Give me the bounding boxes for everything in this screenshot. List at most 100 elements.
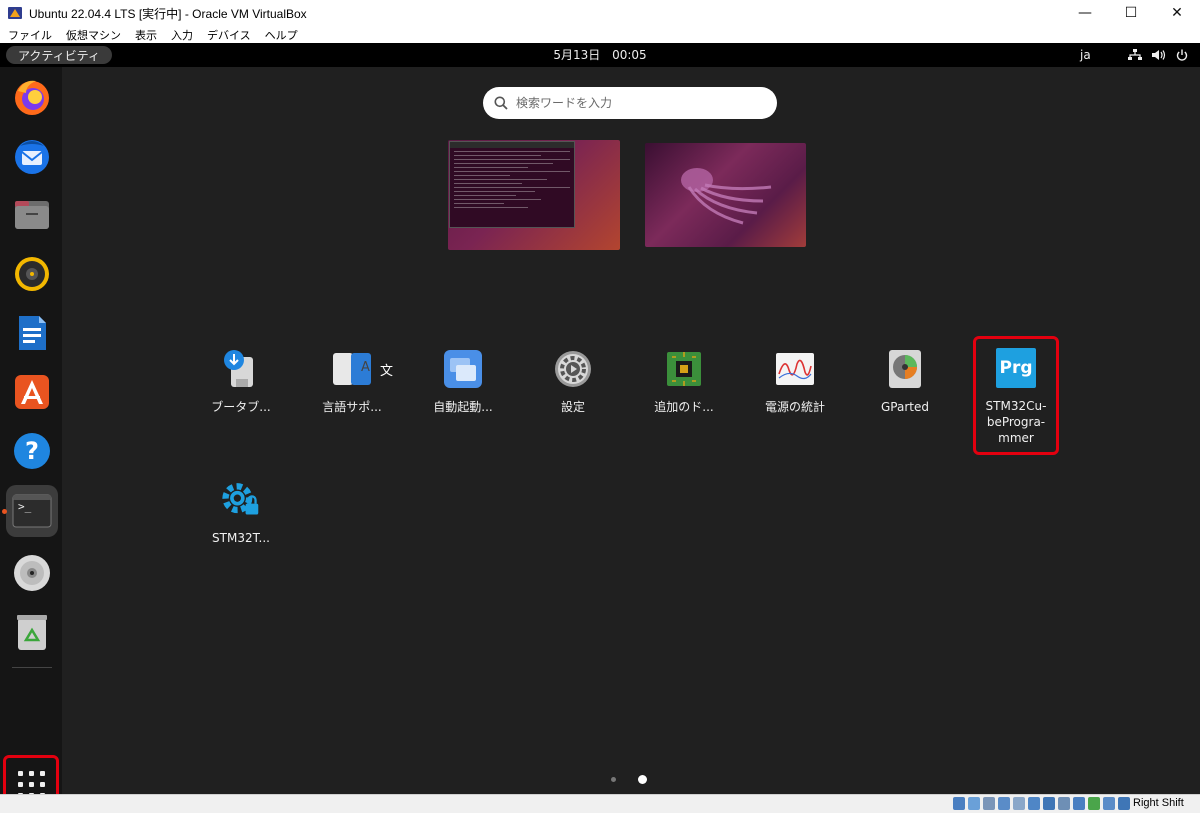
display-status-icon[interactable] [1043,797,1055,810]
dock-item-firefox[interactable] [6,71,58,123]
app-stm32cubeprogrammer[interactable]: Prg STM32Cu-beProgra-mmer [973,336,1059,455]
app-language-support[interactable]: A 文 言語サポ... [309,349,395,415]
audio-status-icon[interactable] [983,797,995,810]
jellyfish-wallpaper-image [681,168,772,225]
maximize-button[interactable]: ☐ [1108,0,1154,26]
workspace-thumbnail-1[interactable] [448,140,620,250]
dock-item-terminal[interactable]: >_ [6,485,58,537]
menu-input[interactable]: 入力 [171,27,193,43]
language-glyph-left: A [361,360,370,375]
show-apps-icon [17,770,45,794]
app-label: 設定 [560,400,585,414]
gnome-top-bar: アクティビティ 5月13日 00:05 ja [0,43,1200,67]
keyboard-capture-icon[interactable] [1118,797,1130,810]
files-icon [15,201,49,229]
system-tray[interactable] [1128,43,1188,67]
usb-status-icon[interactable] [1013,797,1025,810]
vm-status-bar: Right Shift [0,794,1200,813]
power-icon [1176,49,1188,61]
dock-item-app-center[interactable] [6,366,58,418]
workspace-thumbnail-2[interactable] [645,143,806,247]
svg-text:?: ? [25,437,39,465]
page-indicator [611,775,647,784]
cpu-status-icon[interactable] [1073,797,1085,810]
page-dot-2[interactable] [638,775,647,784]
stm32cubeprogrammer-icon: Prg [996,348,1036,388]
dock-item-trash[interactable] [6,606,58,658]
terminal-window-thumbnail[interactable] [449,141,575,228]
shared-folders-icon[interactable] [1028,797,1040,810]
network-icon [1128,49,1142,60]
search-input[interactable] [516,96,756,110]
dock-item-dvd[interactable] [6,547,58,599]
app-center-icon [15,375,49,409]
mouse-integration-icon[interactable] [1103,797,1115,810]
close-button[interactable]: ✕ [1154,0,1200,26]
app-gparted[interactable]: GParted [862,349,948,415]
dock-item-files[interactable] [6,189,58,241]
app-label: STM32Cu-beProgra-mmer [985,399,1047,445]
app-label: 言語サポ... [322,400,382,414]
search-box[interactable] [483,87,777,119]
show-apps-button[interactable] [3,755,59,794]
optical-drive-icon[interactable] [968,797,980,810]
stm32-trusted-package-icon [222,483,259,515]
prg-glyph: Prg [999,358,1033,378]
hdd-status-icon[interactable] [953,797,965,810]
minimize-button[interactable]: — [1062,0,1108,26]
host-key-label: Right Shift [1133,797,1184,809]
startup-apps-icon [444,350,482,388]
power-statistics-icon [776,353,814,385]
thunderbird-icon [15,140,49,174]
dock-item-writer[interactable] [6,307,58,359]
dock-item-rhythmbox[interactable] [6,248,58,300]
menu-help[interactable]: ヘルプ [265,27,298,43]
app-label: 電源の統計 [764,400,825,414]
app-label: ブータブ... [211,400,271,414]
guest-screen: アクティビティ 5月13日 00:05 ja ? >_ 検索ワードを入力 ブータ… [0,43,1200,794]
input-method-indicator[interactable]: ja [1080,43,1091,67]
firefox-icon [15,80,49,115]
menu-devices[interactable]: デバイス [207,27,251,43]
page-dot-1[interactable] [611,777,616,782]
writer-icon [19,316,46,350]
menubar: ファイル 仮想マシン 表示 入力 デバイス ヘルプ [0,26,1200,43]
app-label: 自動起動... [433,400,493,414]
disc-icon [14,555,50,591]
window-title: Ubuntu 22.04.4 LTS [実行中] - Oracle VM Vir… [29,6,307,21]
app-stm32-trusted-package[interactable]: STM32T... [198,480,284,546]
dock: ? >_ [0,67,62,794]
recording-status-icon[interactable] [1058,797,1070,810]
clock-time: 00:05 [612,48,647,62]
app-label: STM32T... [212,531,270,545]
dock-item-help[interactable]: ? [6,425,58,477]
dock-item-thunderbird[interactable] [6,130,58,182]
trash-icon [17,615,47,650]
menu-file[interactable]: ファイル [8,27,52,43]
app-label: GParted [881,400,929,414]
app-additional-drivers[interactable]: 追加のド... [641,349,727,415]
search-icon [494,96,508,110]
virtualbox-icon [8,7,22,19]
usb-creator-icon [224,350,253,387]
app-settings[interactable]: 設定 [530,349,616,415]
help-icon: ? [14,433,50,469]
running-indicator [2,509,7,514]
window-titlebar[interactable]: Ubuntu 22.04.4 LTS [実行中] - Oracle VM Vir… [0,0,1200,26]
clock[interactable]: 5月13日 00:05 [0,43,1200,67]
app-startup-applications[interactable]: 自動起動... [420,349,506,415]
clock-date: 5月13日 [553,48,601,62]
settings-icon [555,351,591,387]
app-power-statistics[interactable]: 電源の統計 [752,349,838,415]
virtualization-icon[interactable] [1088,797,1100,810]
network-status-icon[interactable] [998,797,1010,810]
window-controls: — ☐ ✕ [1062,0,1200,26]
additional-drivers-icon [667,352,701,386]
vm-status-icons [953,797,1130,810]
menu-view[interactable]: 表示 [135,27,157,43]
app-usb-creator[interactable]: ブータブ... [198,349,284,415]
app-label: 追加のド... [654,400,714,414]
volume-icon [1152,50,1166,60]
gparted-icon [889,350,921,388]
menu-machine[interactable]: 仮想マシン [66,27,121,43]
